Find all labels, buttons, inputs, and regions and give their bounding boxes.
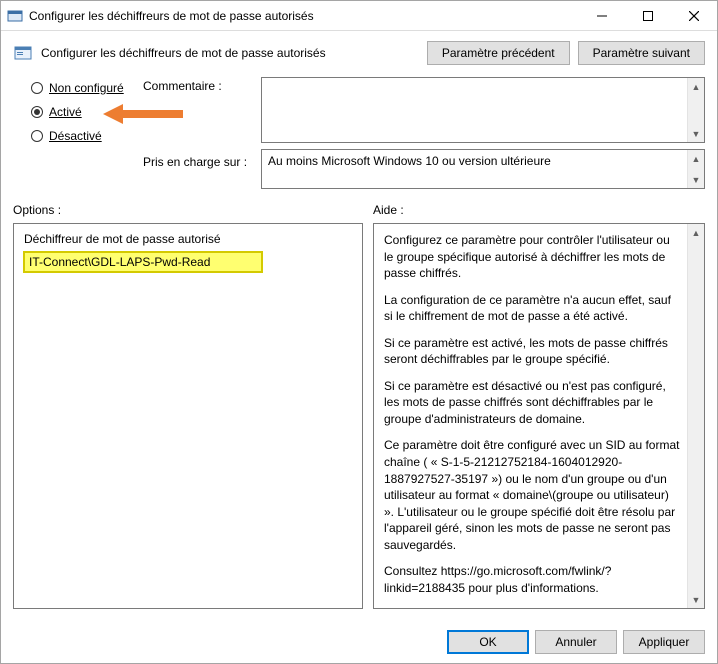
help-text: La configuration de ce paramètre n'a auc… xyxy=(384,292,680,325)
options-label: Options : xyxy=(13,203,373,217)
help-text: Si ce paramètre est désactivé ou n'est p… xyxy=(384,378,680,428)
supported-label: Pris en charge sur : xyxy=(143,149,261,189)
scroll-down-icon[interactable]: ▼ xyxy=(688,125,705,142)
radio-icon xyxy=(31,130,43,142)
dialog-window: Configurer les déchiffreurs de mot de pa… xyxy=(0,0,718,664)
help-text: Configurez ce paramètre pour contrôler l… xyxy=(384,232,680,282)
radio-label-not-configured: Non configuré xyxy=(49,81,124,95)
previous-setting-button[interactable]: Paramètre précédent xyxy=(427,41,570,65)
authorized-decryptor-input[interactable] xyxy=(24,252,262,272)
supported-on-box: Au moins Microsoft Windows 10 ou version… xyxy=(261,149,705,189)
app-icon xyxy=(7,8,23,24)
maximize-button[interactable] xyxy=(625,1,671,31)
close-button[interactable] xyxy=(671,1,717,31)
scrollbar[interactable]: ▲ ▼ xyxy=(687,78,704,142)
help-text: Consultez https://go.microsoft.com/fwlin… xyxy=(384,563,680,596)
radio-icon xyxy=(31,106,43,118)
minimize-button[interactable] xyxy=(579,1,625,31)
policy-icon xyxy=(13,43,33,63)
help-text: Si ce paramètre est activé, les mots de … xyxy=(384,335,680,368)
scrollbar[interactable]: ▲ ▼ xyxy=(687,150,704,188)
radio-label-disabled: Désactivé xyxy=(49,129,102,143)
radio-icon xyxy=(31,82,43,94)
scroll-up-icon[interactable]: ▲ xyxy=(688,150,705,167)
comment-textarea[interactable]: ▲ ▼ xyxy=(261,77,705,143)
option-field-label: Déchiffreur de mot de passe autorisé xyxy=(24,232,352,246)
help-text: Ce paramètre doit être configuré avec un… xyxy=(384,437,680,553)
titlebar: Configurer les déchiffreurs de mot de pa… xyxy=(1,1,717,31)
radio-disabled[interactable]: Désactivé xyxy=(31,129,143,143)
dialog-footer: OK Annuler Appliquer xyxy=(1,619,717,663)
radio-label-enabled: Activé xyxy=(49,105,82,119)
cancel-button[interactable]: Annuler xyxy=(535,630,617,654)
help-label: Aide : xyxy=(373,203,705,217)
scroll-down-icon[interactable]: ▼ xyxy=(688,171,705,188)
field-labels-column: Commentaire : xyxy=(143,77,261,143)
apply-button[interactable]: Appliquer xyxy=(623,630,705,654)
radio-not-configured[interactable]: Non configuré xyxy=(31,81,143,95)
ok-button[interactable]: OK xyxy=(447,630,529,654)
radio-enabled[interactable]: Activé xyxy=(31,105,143,119)
scroll-up-icon[interactable]: ▲ xyxy=(688,78,705,95)
help-panel: Configurez ce paramètre pour contrôler l… xyxy=(373,223,705,609)
scrollbar[interactable]: ▲ ▼ xyxy=(687,224,704,608)
options-panel: Déchiffreur de mot de passe autorisé xyxy=(13,223,363,609)
comment-label: Commentaire : xyxy=(143,79,261,99)
header-row: Configurer les déchiffreurs de mot de pa… xyxy=(13,41,705,65)
window-title: Configurer les déchiffreurs de mot de pa… xyxy=(29,9,579,23)
next-setting-button[interactable]: Paramètre suivant xyxy=(578,41,705,65)
scroll-down-icon[interactable]: ▼ xyxy=(688,591,705,608)
setting-name: Configurer les déchiffreurs de mot de pa… xyxy=(41,46,419,60)
supported-on-text: Au moins Microsoft Windows 10 ou version… xyxy=(268,154,551,168)
scroll-up-icon[interactable]: ▲ xyxy=(688,224,705,241)
